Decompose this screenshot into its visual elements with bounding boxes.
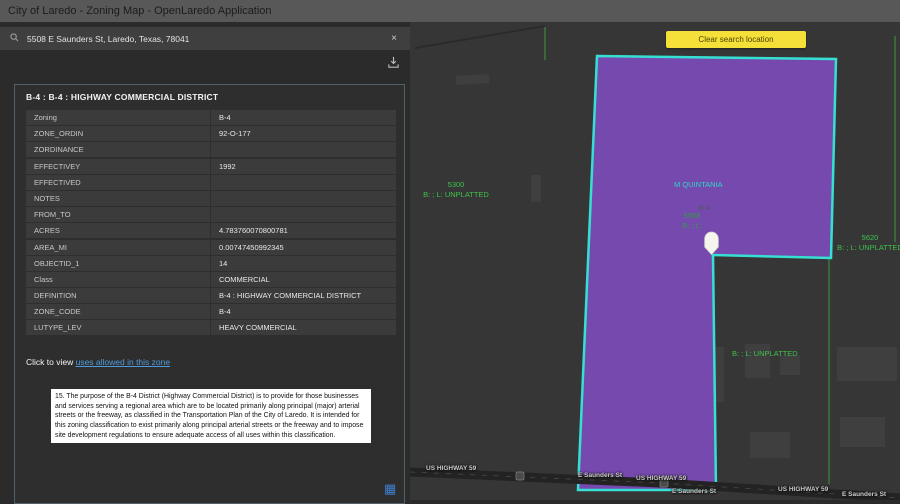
table-row: EFFECTIVEY 1992 <box>26 159 396 174</box>
clear-search-location-button[interactable]: Clear search location <box>666 31 806 48</box>
parcel-label-unplatted: B: ; L: UNPLATTED <box>732 349 798 359</box>
search-bar[interactable]: × <box>0 27 410 50</box>
owner-name: M QUINTANIA <box>674 180 723 190</box>
row-label: ZORDINANCE <box>26 142 211 157</box>
esri-logo-icon[interactable]: ▦ <box>384 481 396 497</box>
click-to-view-text: Click to view uses allowed in this zone <box>26 357 170 367</box>
parcel-label-5620: 5620 B: ; L: UNPLATTED <box>835 233 900 253</box>
road-line <box>415 26 545 48</box>
table-row: ZONE_CODE B-4 <box>26 304 396 319</box>
search-icon <box>10 33 19 45</box>
row-label: Zoning <box>26 110 211 125</box>
row-label: OBJECTID_1 <box>26 256 211 271</box>
row-value <box>211 175 396 190</box>
row-value: 1992 <box>211 159 396 174</box>
table-row: ACRES 4.783760070800781 <box>26 223 396 238</box>
feature-title: B-4 : B-4 : HIGHWAY COMMERCIAL DISTRICT <box>15 85 404 102</box>
parcel-number: 5508 <box>662 211 722 221</box>
street-label: E Saunders St <box>672 488 716 495</box>
row-label: ZONE_CODE <box>26 304 211 319</box>
row-label: ACRES <box>26 223 211 238</box>
table-row: LUTYPE_LEV HEAVY COMMERCIAL <box>26 320 396 335</box>
table-row: NOTES <box>26 191 396 206</box>
row-label: LUTYPE_LEV <box>26 320 211 335</box>
street-label: US HIGHWAY 59 <box>778 486 828 493</box>
street-label: E Saunders St <box>578 472 622 479</box>
zoning-polygon-b4[interactable] <box>578 56 836 490</box>
row-value <box>211 191 396 206</box>
search-input[interactable] <box>27 34 388 44</box>
table-row: OBJECTID_1 14 <box>26 256 396 271</box>
row-value: HEAVY COMMERCIAL <box>211 320 396 335</box>
table-row: ZONE_ORDIN 92-O-177 <box>26 126 396 141</box>
app-title: City of Laredo - Zoning Map - OpenLaredo… <box>8 5 272 17</box>
parcel-desc: B: ; L: <box>662 221 722 231</box>
row-label: FROM_TO <box>26 207 211 222</box>
info-panel: × B-4 : B-4 : HIGHWAY COMMERCIAL DISTRIC… <box>0 22 410 500</box>
row-value <box>211 142 396 157</box>
feature-info-card: B-4 : B-4 : HIGHWAY COMMERCIAL DISTRICT … <box>14 84 405 504</box>
row-label: DEFINITION <box>26 288 211 303</box>
parcel-number: 5620 <box>835 233 900 243</box>
parcel-number: 5300 <box>416 180 496 190</box>
parcel-label-5508: 5508 B: ; L: <box>662 211 722 231</box>
street-label: E Saunders St <box>842 491 886 498</box>
export-print-button[interactable] <box>384 56 402 72</box>
owner-label: M QUINTANIA <box>674 180 723 190</box>
row-value: 0.00747450992345 <box>211 240 396 255</box>
table-row: DEFINITION B-4 : HIGHWAY COMMERCIAL DIST… <box>26 288 396 303</box>
row-value: 4.783760070800781 <box>211 223 396 238</box>
attribute-table: Zoning B-4 ZONE_ORDIN 92-O-177 ZORDINANC… <box>26 110 396 337</box>
table-row: FROM_TO <box>26 207 396 222</box>
row-value <box>211 207 396 222</box>
row-value: 14 <box>211 256 396 271</box>
row-value: COMMERCIAL <box>211 272 396 287</box>
row-label: EFFECTIVED <box>26 175 211 190</box>
window-title-bar: City of Laredo - Zoning Map - OpenLaredo… <box>0 0 900 22</box>
zone-description: 15. The purpose of the B-4 District (Hig… <box>51 389 371 443</box>
row-value: B-4 : HIGHWAY COMMERCIAL DISTRICT <box>211 288 396 303</box>
table-row: EFFECTIVED <box>26 175 396 190</box>
row-label: EFFECTIVEY <box>26 159 211 174</box>
table-row: Class COMMERCIAL <box>26 272 396 287</box>
table-row: ZORDINANCE <box>26 142 396 157</box>
street-label: US HIGHWAY 59 <box>426 465 476 472</box>
row-label: ZONE_ORDIN <box>26 126 211 141</box>
row-value: B-4 <box>211 304 396 319</box>
map-graphics <box>410 22 900 500</box>
parcel-label-5300: 5300 B: ; L: UNPLATTED <box>416 180 496 200</box>
search-clear-icon[interactable]: × <box>388 33 400 44</box>
row-value: B-4 <box>211 110 396 125</box>
table-row: AREA_MI 0.00747450992345 <box>26 240 396 255</box>
map-canvas[interactable]: Clear search location 5300 B: ; L: UNPLA… <box>410 22 900 500</box>
parcel-desc: B: ; L: UNPLATTED <box>835 243 900 253</box>
highway-shield-icon <box>516 472 524 480</box>
row-label: AREA_MI <box>26 240 211 255</box>
street-label: US HIGHWAY 59 <box>636 475 686 482</box>
row-label: Class <box>26 272 211 287</box>
row-value: 92-O-177 <box>211 126 396 141</box>
export-icon <box>387 56 400 69</box>
parcel-desc: B: ; L: UNPLATTED <box>732 349 798 359</box>
parcel-desc: B: ; L: UNPLATTED <box>416 190 496 200</box>
table-row: Zoning B-4 <box>26 110 396 125</box>
click-prefix: Click to view <box>26 357 76 367</box>
uses-allowed-link[interactable]: uses allowed in this zone <box>76 357 171 367</box>
row-label: NOTES <box>26 191 211 206</box>
